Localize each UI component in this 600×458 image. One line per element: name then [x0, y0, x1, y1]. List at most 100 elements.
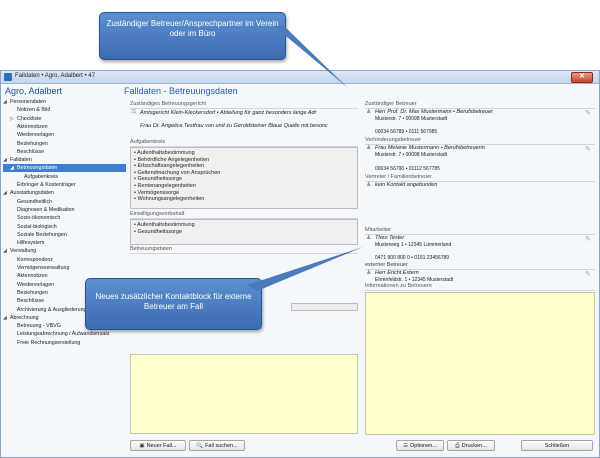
sidebar-item-label: Falldaten [10, 157, 32, 164]
sidebar-item-label: Betreuung - VBVG [17, 323, 61, 330]
sidebar-item[interactable]: Beziehungen [3, 140, 48, 148]
sidebar-item-label: Beziehungen [17, 289, 48, 296]
close-button[interactable]: Schließen [521, 440, 593, 451]
sidebar-item[interactable]: Aktennotizen [3, 272, 48, 280]
sidebar-item[interactable]: Wiedervorlagen [3, 131, 54, 139]
callout-bottom-text: Neues zusätzlicher Kontaktblock für exte… [95, 292, 252, 311]
sidebar-item[interactable]: ◢ Personendaten [3, 98, 46, 106]
sidebar-item[interactable]: Beschlüsse [3, 297, 44, 305]
aufgabenkreis-header: Aufgabenkreis [130, 139, 166, 145]
page-title: Falldaten - Betreuungsdaten [124, 86, 238, 96]
search-case-button[interactable]: 🔍 Fall suchen... [189, 440, 245, 451]
sidebar-item[interactable]: Soziale Beziehungen [3, 231, 67, 239]
sidebar-item-label: Archivierung & Ausgliederung [17, 306, 87, 313]
edit-icon[interactable]: ✎ [585, 271, 592, 278]
verhinderung-phone: 00034 56790 • 01112 567785 [375, 166, 440, 172]
options-button[interactable]: ☰ Optionen... [396, 440, 444, 451]
callout-top-text: Zuständiger Betreuer/Ansprechpartner im … [106, 19, 279, 38]
expand-icon[interactable]: ▷ [10, 115, 17, 123]
options-icon: ☰ [403, 443, 408, 449]
einwilligung-list[interactable]: • Aufenthaltsbestimmung • Gesundheitssorg… [130, 219, 358, 245]
mitarbeiter-header: Mitarbeiter [365, 227, 391, 233]
court-judge[interactable]: Frau Dr. Angelica Testfrau von und zu Ge… [140, 123, 358, 129]
sidebar-item[interactable]: Leistungsabrechnung / Aufwandsersatz [3, 330, 109, 338]
sidebar-item[interactable]: ▷ Checkliste [3, 115, 41, 123]
person-icon: ♟ [366, 182, 372, 188]
options-label: Optionen... [410, 443, 437, 449]
sidebar-item[interactable]: ◢ Ausstattungsdaten [3, 189, 54, 197]
aufgabenkreis-list[interactable]: • Aufenthaltsbestimmung • Behördliche Ang… [130, 147, 358, 209]
edit-icon[interactable]: ✎ [585, 110, 592, 117]
edit-icon[interactable]: ✎ [585, 236, 592, 243]
sidebar-item-label: Checkliste [17, 115, 42, 122]
sidebar-item[interactable]: Wiedervorlagen [3, 281, 54, 289]
sidebar-item[interactable]: Erbringer & Kostenträger [3, 181, 76, 189]
sidebar-item[interactable]: Aktennotizen [3, 123, 48, 131]
sidebar-item-label: Ausstattungsdaten [10, 190, 54, 197]
close-window-button[interactable]: ✕ [571, 72, 593, 83]
input-field[interactable] [291, 303, 358, 311]
sidebar-item[interactable]: Notizen & Bild [3, 106, 50, 114]
mitarbeiter-name[interactable]: Theo Tester [375, 235, 404, 241]
app-icon [4, 73, 12, 81]
sidebar-item[interactable]: Gesundheitlich [3, 198, 52, 206]
sidebar-item-label: Verwaltung [10, 248, 37, 255]
list-item: • Gesundheitssorge [134, 228, 183, 235]
expand-icon[interactable]: ◢ [3, 189, 10, 197]
sidebar-item-label: Hilfesystem [17, 240, 45, 247]
sidebar-item[interactable]: Beziehungen [3, 289, 48, 297]
sidebar-item[interactable]: Vermögensverwaltung [3, 264, 69, 272]
expand-icon[interactable]: ◢ [3, 247, 10, 255]
notes-area[interactable] [130, 354, 358, 434]
sidebar-item-label: Aufgabenkreis [24, 173, 58, 180]
callout-bottom-pointer [247, 247, 363, 291]
sidebar-item[interactable]: Betreuung - VBVG [3, 322, 61, 330]
print-button[interactable]: ⎙ Drucken... [447, 440, 495, 451]
sidebar-item[interactable]: Diagnosen & Medikation [3, 206, 74, 214]
sidebar-item-label: Betreuungsdaten [17, 165, 58, 172]
sidebar-item[interactable]: Beschlüsse [3, 148, 44, 156]
expand-icon[interactable]: ◢ [3, 314, 10, 322]
sidebar-item-label: Wiedervorlagen [17, 281, 55, 288]
new-case-button[interactable]: ▣ Neuer Fall... [130, 440, 186, 451]
court-header: Zuständiges Betreuungsgericht [130, 101, 207, 107]
person-icon: ♟ [366, 270, 372, 276]
verhinderung-name[interactable]: Frau Melanie Mustermann • Berufsbetreuer… [375, 145, 485, 151]
court-name[interactable]: Amtsgericht Klein-Kleckersdorf • Abteilu… [140, 110, 358, 116]
sidebar-item-label: Abrechnung [10, 314, 39, 321]
sidebar-item-label: Beschlüsse [17, 148, 45, 155]
sidebar-item-label: Aktennotizen [17, 123, 48, 130]
sidebar-item-label: Erbringer & Kostenträger [17, 182, 76, 188]
verhinderung-header: Verhinderungsbetreuer [365, 137, 421, 143]
sidebar-item[interactable]: ◢ Falldaten [3, 156, 32, 164]
betreuungsdaten-header: Betreuungsdaten [130, 246, 172, 252]
expand-icon[interactable]: ◢ [10, 164, 17, 172]
mitarbeiter-phone: 0471 900 800 0 • 0151 23456789 [375, 255, 450, 261]
expand-icon[interactable]: ◢ [3, 98, 10, 106]
sidebar-item[interactable]: ◢ Abrechnung [3, 314, 39, 322]
sidebar-item[interactable]: ◢ Verwaltung [3, 247, 36, 255]
extern-name[interactable]: Herr Ericht Extern [375, 270, 419, 276]
vertreter-link[interactable]: kein Kontakt angebunden [375, 182, 437, 188]
sidebar-item[interactable]: Hilfesystem [3, 239, 44, 247]
print-label: Drucken... [461, 443, 487, 449]
sidebar-item[interactable]: Sozial-biologisch [3, 223, 57, 231]
new-case-label: Neuer Fall... [146, 443, 177, 449]
info-notes-area[interactable] [365, 292, 595, 435]
sidebar-item-label: Beziehungen [17, 140, 48, 147]
sidebar-item[interactable]: Archivierung & Ausgliederung [3, 306, 87, 314]
expand-icon[interactable]: ◢ [3, 156, 10, 164]
sidebar-item[interactable]: Korrespondenz [3, 256, 53, 264]
callout-top-pointer [274, 26, 348, 88]
person-icon: ♟ [366, 109, 372, 115]
betreuer-phone: 00034 56789 • 0111 567985 [375, 129, 438, 135]
betreuer-name[interactable]: Herr Prof. Dr. Max Mustermann • Berufsbe… [375, 109, 493, 115]
edit-icon[interactable]: ✎ [585, 146, 592, 153]
sidebar-item[interactable]: ◢ Betreuungsdaten [3, 164, 126, 173]
sidebar-item[interactable]: Sozio-ökonomisch [3, 214, 60, 222]
sidebar-item[interactable]: Aufgabenkreis [3, 173, 58, 181]
search-icon: 🔍 [196, 443, 204, 449]
sidebar-item[interactable]: Freie Rechnungserstellung [3, 339, 80, 347]
close-label: Schließen [544, 443, 570, 449]
sidebar-item-label: Korrespondenz [17, 256, 53, 263]
